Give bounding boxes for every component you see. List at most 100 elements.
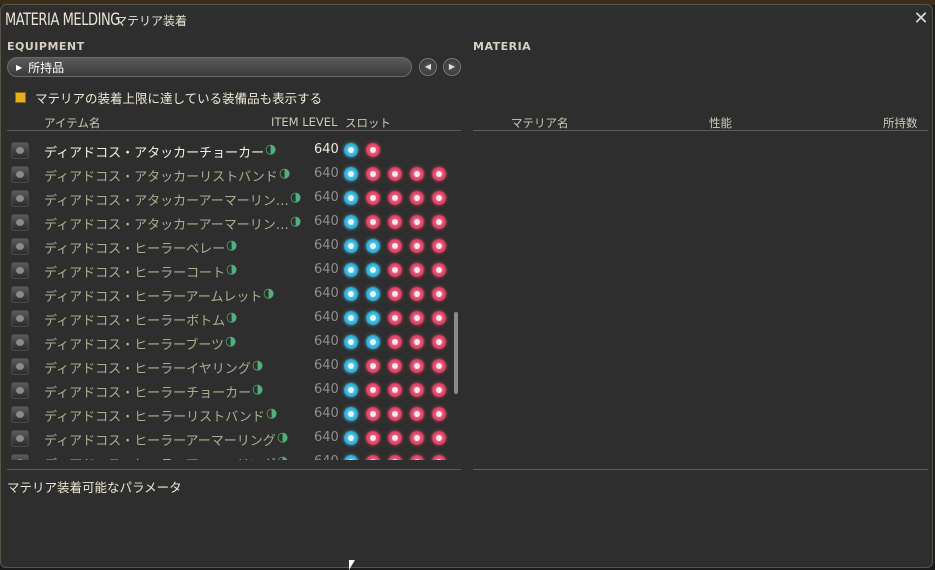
equipment-name: ディアドコス・ヒーラーベレー — [44, 242, 226, 257]
equipment-section-title: EQUIPMENT — [7, 40, 85, 53]
equipment-row[interactable]: ディアドコス・ヒーラーブーツ ◑ 640 — [7, 331, 452, 355]
equipment-row[interactable]: ディアドコス・ヒーラーアーマーリング◑ 640 — [7, 451, 452, 460]
equipment-item-level: 640 — [314, 334, 339, 349]
column-header-materia-name[interactable]: マテリア名 — [511, 115, 569, 131]
column-header-performance[interactable]: 性能 — [709, 115, 732, 131]
high-quality-icon: ◑ — [277, 454, 288, 460]
materia-slots — [344, 383, 452, 397]
equipment-item-level: 640 — [314, 430, 339, 445]
equipment-row[interactable]: ディアドコス・ヒーラーベレー ◑ 640 — [7, 235, 452, 259]
chevron-right-icon: ▶ — [448, 62, 456, 71]
overmeld-slot-icon — [432, 431, 446, 445]
high-quality-icon: ◑ — [226, 310, 238, 325]
equipment-row[interactable]: ディアドコス・ヒーラーアーマーリング◑ 640 — [7, 427, 452, 451]
equipment-name: ディアドコス・ヒーラーリストバンド — [44, 410, 265, 425]
chevron-left-icon: ◀ — [424, 62, 432, 71]
guaranteed-slot-icon — [344, 263, 358, 277]
overmeld-slot-icon — [432, 455, 446, 460]
overmeld-slot-icon — [366, 431, 380, 445]
materia-slots — [344, 215, 452, 229]
materia-footer-divider — [473, 469, 928, 470]
guaranteed-slot-icon — [344, 215, 358, 229]
equipment-item-level: 640 — [314, 190, 339, 205]
gear-item-icon — [11, 406, 29, 423]
column-header-item-level[interactable]: ITEM LEVEL — [271, 115, 337, 129]
column-header-slots[interactable]: スロット — [345, 115, 391, 131]
equipment-row[interactable]: ディアドコス・ヒーラーボトム ◑ 640 — [7, 307, 452, 331]
overmeld-slot-icon — [432, 167, 446, 181]
inventory-dropdown[interactable]: ▶ 所持品 — [7, 57, 412, 77]
equipment-list-scrollbar[interactable] — [454, 312, 458, 394]
show-maxed-checkbox-row[interactable]: マテリアの装着上限に達している装備品も表示する — [15, 88, 322, 107]
overmeld-slot-icon — [410, 455, 424, 460]
equipment-row[interactable]: ディアドコス・ヒーラーコート ◑ 640 — [7, 259, 452, 283]
column-header-item-name[interactable]: アイテム名 — [44, 115, 100, 131]
show-maxed-label: マテリアの装着上限に達している装備品も表示する — [35, 91, 323, 106]
equipment-item-level: 640 — [314, 238, 339, 253]
overmeld-slot-icon — [432, 335, 446, 349]
equipment-row[interactable]: ディアドコス・アタッカーリストバンド ◑ 640 — [7, 163, 452, 187]
materia-slots — [344, 239, 452, 253]
next-arrow-button[interactable]: ▶ — [443, 58, 461, 76]
overmeld-slot-icon — [432, 359, 446, 373]
guaranteed-slot-icon — [344, 335, 358, 349]
overmeld-slot-icon — [410, 239, 424, 253]
overmeld-slot-icon — [366, 407, 380, 421]
materia-slots — [344, 359, 452, 373]
high-quality-icon: ◑ — [252, 358, 264, 373]
guaranteed-slot-icon — [344, 191, 358, 205]
guaranteed-slot-icon — [344, 311, 358, 325]
triangle-right-icon: ▶ — [16, 62, 23, 72]
overmeld-slot-icon — [410, 287, 424, 301]
overmeld-slot-icon — [388, 215, 402, 229]
gear-item-icon — [11, 358, 29, 375]
window-subtitle: マテリア装着 — [115, 14, 188, 28]
guaranteed-slot-icon — [344, 359, 358, 373]
equipment-row[interactable]: ディアドコス・アタッカーアーマーリン… ◑ 640 — [7, 211, 452, 235]
overmeld-slot-icon — [432, 311, 446, 325]
guaranteed-slot-icon — [344, 455, 358, 460]
high-quality-icon: ◑ — [266, 406, 278, 421]
gear-item-icon — [11, 454, 29, 460]
equipment-row[interactable]: ディアドコス・ヒーラーチョーカー ◑ 640 — [7, 379, 452, 403]
overmeld-slot-icon — [410, 359, 424, 373]
gear-item-icon — [11, 142, 29, 159]
gear-item-icon — [11, 286, 29, 303]
overmeld-slot-icon — [410, 407, 424, 421]
guaranteed-slot-icon — [344, 287, 358, 301]
gear-item-icon — [11, 238, 29, 255]
overmeld-slot-icon — [432, 239, 446, 253]
dropdown-label: 所持品 — [28, 60, 65, 75]
materia-slots — [344, 335, 452, 349]
high-quality-icon: ◑ — [290, 214, 302, 229]
gear-item-icon — [11, 310, 29, 327]
guaranteed-slot-icon — [344, 143, 358, 157]
overmeld-slot-icon — [410, 335, 424, 349]
equipment-item-level: 640 — [314, 142, 339, 157]
overmeld-slot-icon — [388, 311, 402, 325]
materia-section-title: MATERIA — [473, 40, 532, 53]
guaranteed-slot-icon — [344, 431, 358, 445]
materia-slots — [344, 167, 452, 181]
high-quality-icon: ◑ — [252, 382, 264, 397]
show-maxed-checkbox[interactable] — [15, 92, 26, 103]
overmeld-slot-icon — [410, 215, 424, 229]
guaranteed-slot-icon — [344, 407, 358, 421]
equipment-name: ディアドコス・ヒーラーイヤリング — [44, 362, 251, 377]
equipment-name: ディアドコス・アタッカーアーマーリン… — [44, 218, 289, 233]
equipment-row[interactable]: ディアドコス・ヒーラーアームレット ◑ 640 — [7, 283, 452, 307]
close-icon[interactable]: ✕ — [912, 10, 930, 28]
gear-item-icon — [11, 214, 29, 231]
gear-item-icon — [11, 262, 29, 279]
equipment-row[interactable]: ディアドコス・ヒーラーイヤリング ◑ 640 — [7, 355, 452, 379]
overmeld-slot-icon — [388, 335, 402, 349]
equipment-row[interactable]: ディアドコス・アタッカーアーマーリン… ◑ 640 — [7, 187, 452, 211]
gear-item-icon — [11, 382, 29, 399]
column-header-owned[interactable]: 所持数 — [883, 115, 918, 131]
materia-header-divider — [473, 130, 928, 131]
equipment-row[interactable]: ディアドコス・アタッカーチョーカー ◑ 640 — [7, 139, 452, 163]
overmeld-slot-icon — [366, 143, 380, 157]
prev-arrow-button[interactable]: ◀ — [419, 58, 437, 76]
equipment-row[interactable]: ディアドコス・ヒーラーリストバンド ◑ 640 — [7, 403, 452, 427]
guaranteed-slot-icon — [366, 311, 380, 325]
